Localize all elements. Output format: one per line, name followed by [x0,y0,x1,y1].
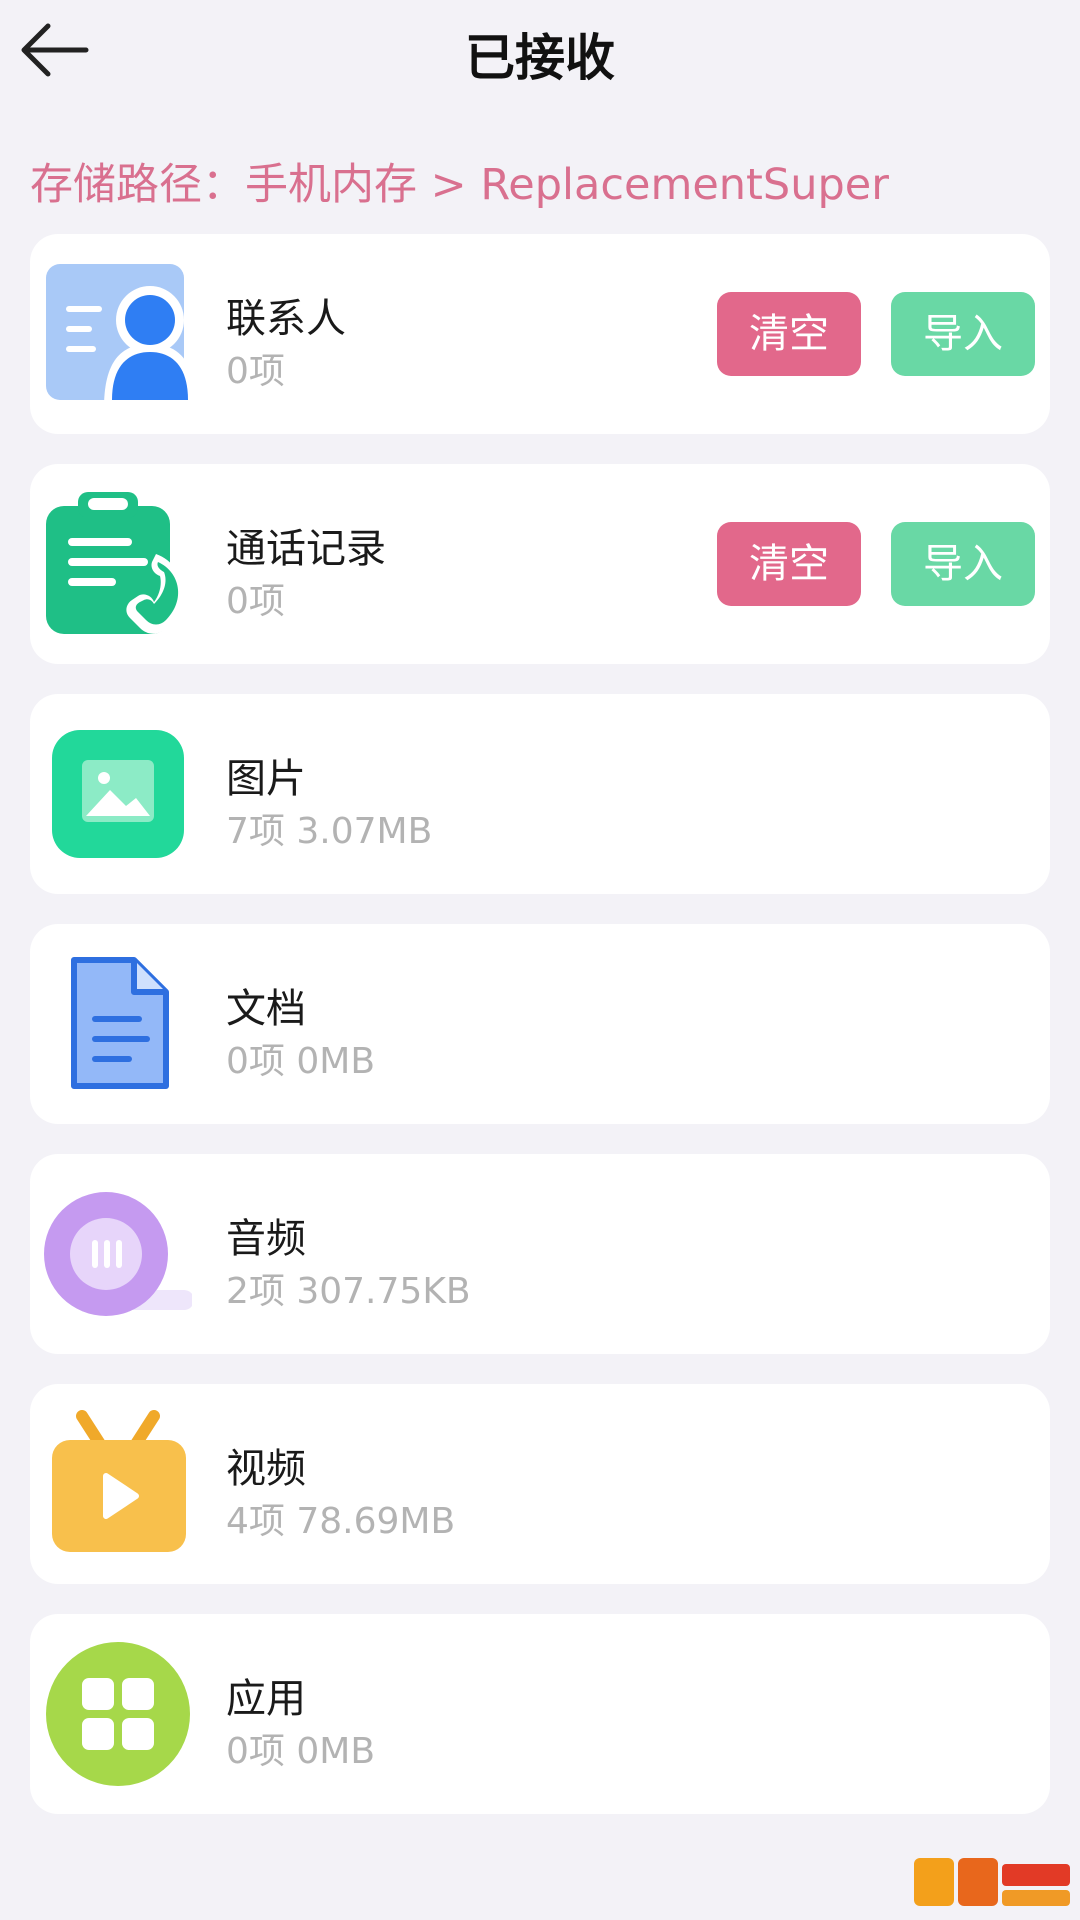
video-icon [44,1410,192,1558]
page-title: 已接收 [465,29,615,87]
video-card[interactable]: 视频 4项 78.69MB [30,1384,1050,1584]
storage-path-label: 存储路径：手机内存 > ReplacementSuper [30,160,889,210]
item-count: 2项 307.75KB [226,1271,471,1312]
item-name: 通话记录 [226,526,386,572]
call-log-icon [44,490,192,638]
item-name: 音频 [226,1216,306,1262]
contacts-icon [44,260,196,408]
item-count: 0项 0MB [226,1041,376,1082]
document-icon [44,950,192,1098]
item-count: 4项 78.69MB [226,1501,456,1542]
image-icon [44,720,192,868]
import-button[interactable]: 导入 [891,292,1035,376]
import-button[interactable]: 导入 [891,522,1035,606]
apps-card[interactable]: 应用 0项 0MB [30,1614,1050,1814]
item-count: 0项 0MB [226,1731,376,1772]
item-name: 图片 [226,756,306,802]
images-card[interactable]: 图片 7项 3.07MB [30,694,1050,894]
item-name: 视频 [226,1446,306,1492]
audio-icon [44,1180,194,1328]
item-name: 联系人 [226,296,346,342]
watermark-logo [914,1850,1074,1914]
audio-card[interactable]: 音频 2项 307.75KB [30,1154,1050,1354]
apps-icon [44,1640,192,1788]
item-count: 7项 3.07MB [226,811,433,852]
documents-card[interactable]: 文档 0项 0MB [30,924,1050,1124]
app-header: 已接收 [0,0,1080,110]
clear-button[interactable]: 清空 [717,522,861,606]
item-count: 0项 [226,581,285,622]
call-log-card[interactable]: 通话记录 0项 清空 导入 [30,464,1050,664]
clear-button[interactable]: 清空 [717,292,861,376]
contacts-card[interactable]: 联系人 0项 清空 导入 [30,234,1050,434]
item-name: 应用 [226,1676,306,1722]
item-name: 文档 [226,986,306,1032]
item-count: 0项 [226,351,285,392]
